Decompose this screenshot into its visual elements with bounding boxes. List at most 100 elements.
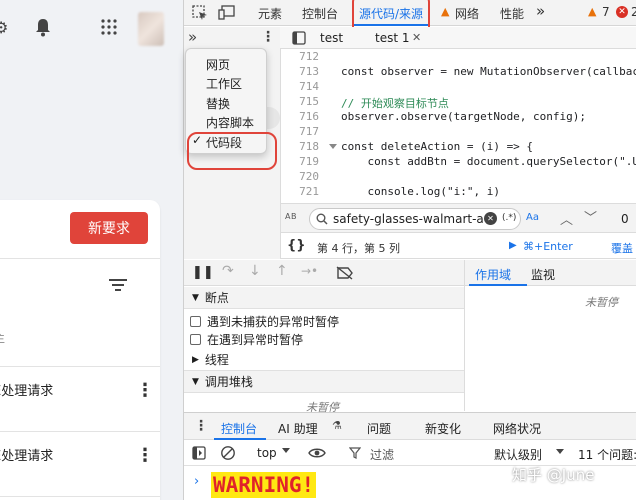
tab-console[interactable]: 控制台	[302, 5, 338, 22]
pause-caught-checkbox[interactable]: 在遇到异常时暂停	[190, 331, 303, 348]
step-out-icon[interactable]: ↑	[276, 263, 288, 279]
clear-search-icon[interactable]: ✕	[484, 212, 497, 225]
line-number: 719	[299, 155, 319, 168]
file-tab-test[interactable]: test	[320, 31, 343, 45]
flask-icon: ⚗	[332, 419, 342, 432]
log-level-selector[interactable]: 默认级别	[494, 446, 542, 463]
navigator-more-icon[interactable]: ⋮	[261, 29, 275, 45]
drawer-more-icon[interactable]: ⋮	[194, 418, 208, 434]
code-editor[interactable]: 712 713 714 715 716 717 718 719 720 721 …	[281, 50, 636, 202]
new-request-button[interactable]: 新要求	[70, 212, 148, 244]
breakpoints-section-header[interactable]: ▼ 断点	[184, 287, 464, 309]
run-snippet-shortcut[interactable]: ⌘+Enter	[523, 240, 573, 253]
run-snippet-icon[interactable]: ▶	[509, 240, 517, 251]
console-warning-output: WARNING!	[211, 472, 317, 498]
threads-section-header[interactable]: ▶ 线程	[184, 349, 464, 371]
match-case-toggle[interactable]: Aa	[526, 212, 539, 223]
warning-icon[interactable]: ▲	[588, 5, 596, 18]
line-number: 712	[299, 50, 319, 63]
filter-icon[interactable]	[109, 278, 127, 292]
line-number: 720	[299, 170, 319, 183]
avatar[interactable]	[138, 12, 164, 46]
drawer-tab-console[interactable]: 控制台	[221, 420, 257, 437]
checkbox[interactable]	[190, 316, 201, 327]
list-item[interactable]: E处理请求	[0, 445, 53, 464]
issues-count[interactable]: 11 个问题:	[578, 446, 636, 463]
deactivate-breakpoints-icon[interactable]	[336, 266, 354, 280]
tab-performance[interactable]: 性能	[500, 5, 524, 22]
scope-tab-bar: 作用域 监视	[464, 260, 636, 286]
pause-uncaught-label: 遇到未捕获的异常时暂停	[207, 315, 340, 329]
tab-elements[interactable]: 元素	[258, 5, 282, 22]
step-over-icon[interactable]: ↷	[222, 263, 234, 279]
line-number: 716	[299, 110, 319, 123]
tab-scope[interactable]: 作用域	[475, 266, 511, 283]
gear-icon[interactable]: ⚙	[0, 18, 8, 37]
list-item[interactable]: E处理请求	[0, 380, 53, 399]
console-prompt-icon: ›	[194, 474, 200, 489]
row-stub: 主	[0, 330, 5, 346]
previous-match-icon[interactable]: ︿	[560, 209, 573, 228]
cursor-position: 第 4 行，第 5 列	[317, 242, 400, 255]
coverage-label: 覆盖	[611, 242, 633, 255]
context-selector[interactable]: top	[257, 446, 277, 460]
debugger-toolbar: ❚❚ ↷ ↓ ↑ →•	[184, 260, 464, 286]
error-icon[interactable]: ✕	[616, 6, 628, 18]
drawer-tab-whats-new[interactable]: 新变化	[425, 420, 461, 437]
pause-icon[interactable]: ❚❚	[192, 265, 214, 280]
pause-uncaught-checkbox[interactable]: 遇到未捕获的异常时暂停	[190, 313, 339, 330]
more-tabs-chevron[interactable]: »	[188, 28, 197, 46]
menu-item-content-scripts[interactable]: 内容脚本	[206, 114, 254, 131]
editor-status-bar: {} 第 4 行，第 5 列 ▶ ⌘+Enter 覆盖	[281, 234, 636, 259]
next-match-icon[interactable]: ﹀	[584, 207, 597, 226]
file-tab-test-1[interactable]: test 1	[375, 31, 410, 45]
step-icon[interactable]: →•	[301, 264, 318, 278]
drawer-tab-network-conditions[interactable]: 网络状况	[493, 420, 541, 437]
tab-watch[interactable]: 监视	[531, 266, 555, 283]
more-tabs-button[interactable]: »	[536, 2, 545, 20]
more-options-icon[interactable]: ⋮	[136, 445, 154, 466]
scope-pane: 未暂停	[464, 286, 636, 411]
search-icon	[316, 213, 328, 225]
warning-count[interactable]: 7	[602, 5, 610, 19]
editor-tab-bar: test test 1 ✕	[280, 27, 636, 49]
more-options-icon[interactable]: ⋮	[136, 380, 154, 401]
menu-item-page[interactable]: 网页	[206, 56, 230, 73]
clear-console-icon[interactable]	[220, 445, 236, 461]
code-line: // 开始观察目标节点	[341, 97, 449, 110]
pretty-print-icon[interactable]: {}	[287, 238, 306, 253]
regex-toggle[interactable]: (.*)	[502, 213, 516, 223]
replace-toggle-icon[interactable]: A B	[285, 212, 296, 221]
tab-network[interactable]: 网络	[455, 5, 479, 22]
pause-caught-label: 在遇到异常时暂停	[207, 333, 304, 347]
search-input-box[interactable]: safety-glasses-walmart-a ✕ (.*)	[309, 208, 521, 230]
search-input[interactable]: safety-glasses-walmart-a	[333, 212, 484, 226]
apps-grid-icon[interactable]	[101, 19, 117, 35]
drawer-tab-issues[interactable]: 问题	[367, 420, 391, 437]
watermark: 知乎 @June	[512, 466, 595, 484]
close-tab-icon[interactable]: ✕	[412, 31, 421, 44]
inspect-element-icon[interactable]	[192, 5, 208, 21]
device-toolbar-icon[interactable]	[218, 5, 236, 21]
bell-icon[interactable]	[34, 17, 52, 37]
callstack-section-header[interactable]: ▼ 调用堆栈	[184, 371, 464, 393]
menu-item-workspace[interactable]: 工作区	[206, 75, 242, 92]
eye-icon[interactable]	[308, 447, 326, 459]
chevron-down-icon[interactable]	[282, 448, 290, 453]
menu-item-overrides[interactable]: 替换	[206, 95, 230, 112]
fold-arrow-icon[interactable]	[329, 144, 337, 149]
sidebar-toggle-icon[interactable]	[192, 446, 206, 460]
drawer-tab-bar: ⋮ 控制台 AI 助理 ⚗ 问题 新变化 网络状况	[184, 412, 636, 440]
drawer-tab-ai-assistant[interactable]: AI 助理	[278, 420, 318, 437]
web-page-header: ⚙	[0, 0, 183, 56]
checkbox[interactable]	[190, 334, 201, 345]
network-warning-icon: ▲	[441, 5, 450, 18]
step-into-icon[interactable]: ↓	[249, 263, 261, 279]
chevron-down-icon[interactable]	[556, 449, 564, 454]
error-count[interactable]: 2	[631, 5, 636, 19]
console-filter-input[interactable]: 过滤	[370, 446, 394, 463]
line-number: 717	[299, 125, 319, 138]
toggle-navigator-icon[interactable]	[292, 31, 306, 45]
divider	[0, 431, 160, 432]
line-number: 715	[299, 95, 319, 108]
